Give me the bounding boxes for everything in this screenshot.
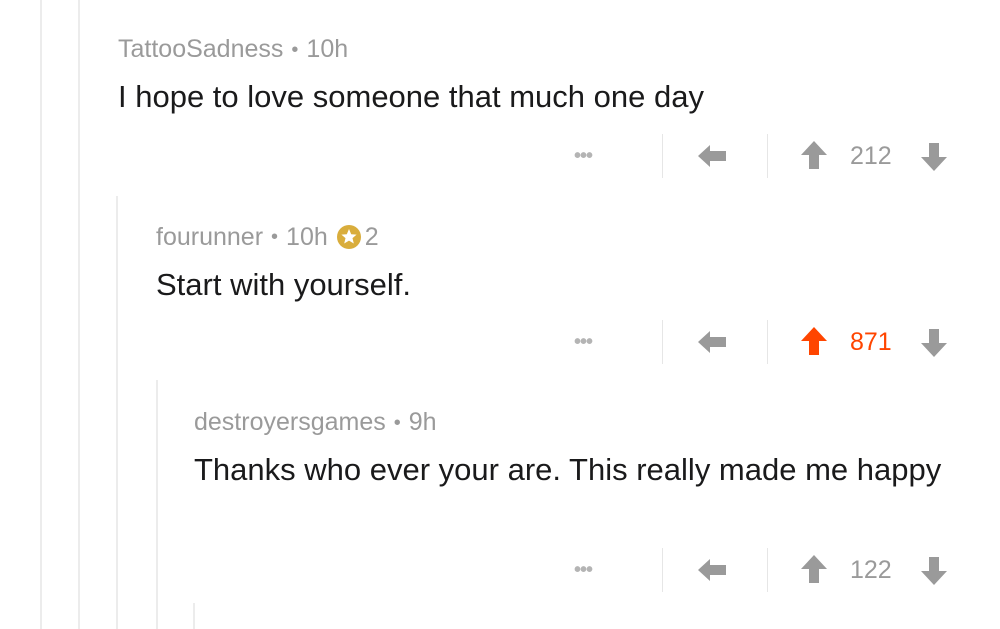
- comment-meta: TattooSadness • 10h: [118, 37, 1000, 62]
- gold-star-icon: [336, 225, 361, 249]
- upvote-arrow-icon[interactable]: [800, 140, 828, 170]
- comment-actions: ••• 122: [574, 548, 974, 592]
- thread-rail-level-4[interactable]: [193, 603, 195, 629]
- downvote-arrow-icon[interactable]: [920, 142, 948, 172]
- vote-score: 871: [850, 328, 892, 356]
- reply-arrow-icon[interactable]: [696, 326, 728, 358]
- more-options-icon[interactable]: •••: [574, 548, 593, 592]
- thread-rail-level-2[interactable]: [116, 196, 118, 629]
- gild-count: 2: [364, 222, 379, 251]
- comment-author[interactable]: destroyersgames: [194, 410, 386, 435]
- vote-score: 212: [850, 142, 892, 170]
- reply-arrow-icon[interactable]: [696, 554, 728, 586]
- thread-rail-outer[interactable]: [40, 0, 42, 629]
- comment-body: I hope to love someone that much one day: [118, 79, 704, 114]
- more-options-icon[interactable]: •••: [574, 134, 593, 178]
- action-divider: [767, 134, 768, 178]
- action-divider: [662, 320, 663, 364]
- comment-body: Start with yourself.: [156, 267, 411, 302]
- comment-body: Thanks who ever your are. This really ma…: [194, 452, 942, 487]
- comment-author[interactable]: TattooSadness: [118, 37, 283, 62]
- action-divider: [662, 548, 663, 592]
- thread-rail-level-1[interactable]: [78, 0, 80, 629]
- comment-author[interactable]: fourunner: [156, 224, 263, 250]
- action-divider: [662, 134, 663, 178]
- comment: TattooSadness • 10h I hope to love someo…: [118, 37, 1000, 117]
- comment-meta: fourunner • 10h 2: [156, 224, 1000, 250]
- more-options-icon[interactable]: •••: [574, 320, 593, 364]
- upvote-arrow-icon[interactable]: [800, 554, 828, 584]
- thread-rail-level-3[interactable]: [156, 380, 158, 629]
- downvote-arrow-icon[interactable]: [920, 556, 948, 586]
- comment-actions: ••• 212: [574, 134, 974, 178]
- comment-age: 10h: [286, 222, 328, 251]
- action-divider: [767, 320, 768, 364]
- reply-arrow-icon[interactable]: [696, 140, 728, 172]
- comment-actions: ••• 871: [574, 320, 974, 364]
- comment-age: 10h: [306, 35, 349, 63]
- comment-thread: TattooSadness • 10h I hope to love someo…: [0, 0, 1000, 629]
- downvote-arrow-icon[interactable]: [920, 328, 948, 358]
- upvote-arrow-icon[interactable]: [800, 326, 828, 356]
- action-divider: [767, 548, 768, 592]
- comment: fourunner • 10h 2 Start with yourself.: [156, 224, 1000, 305]
- comment-age: 9h: [408, 408, 437, 436]
- vote-score: 122: [850, 556, 892, 584]
- comment: destroyersgames • 9h Thanks who ever you…: [194, 410, 1000, 490]
- meta-separator: •: [271, 226, 279, 248]
- meta-separator: •: [393, 411, 401, 434]
- meta-separator: •: [291, 38, 299, 61]
- gild-badge[interactable]: 2: [336, 224, 379, 250]
- comment-meta: destroyersgames • 9h: [194, 410, 1000, 435]
